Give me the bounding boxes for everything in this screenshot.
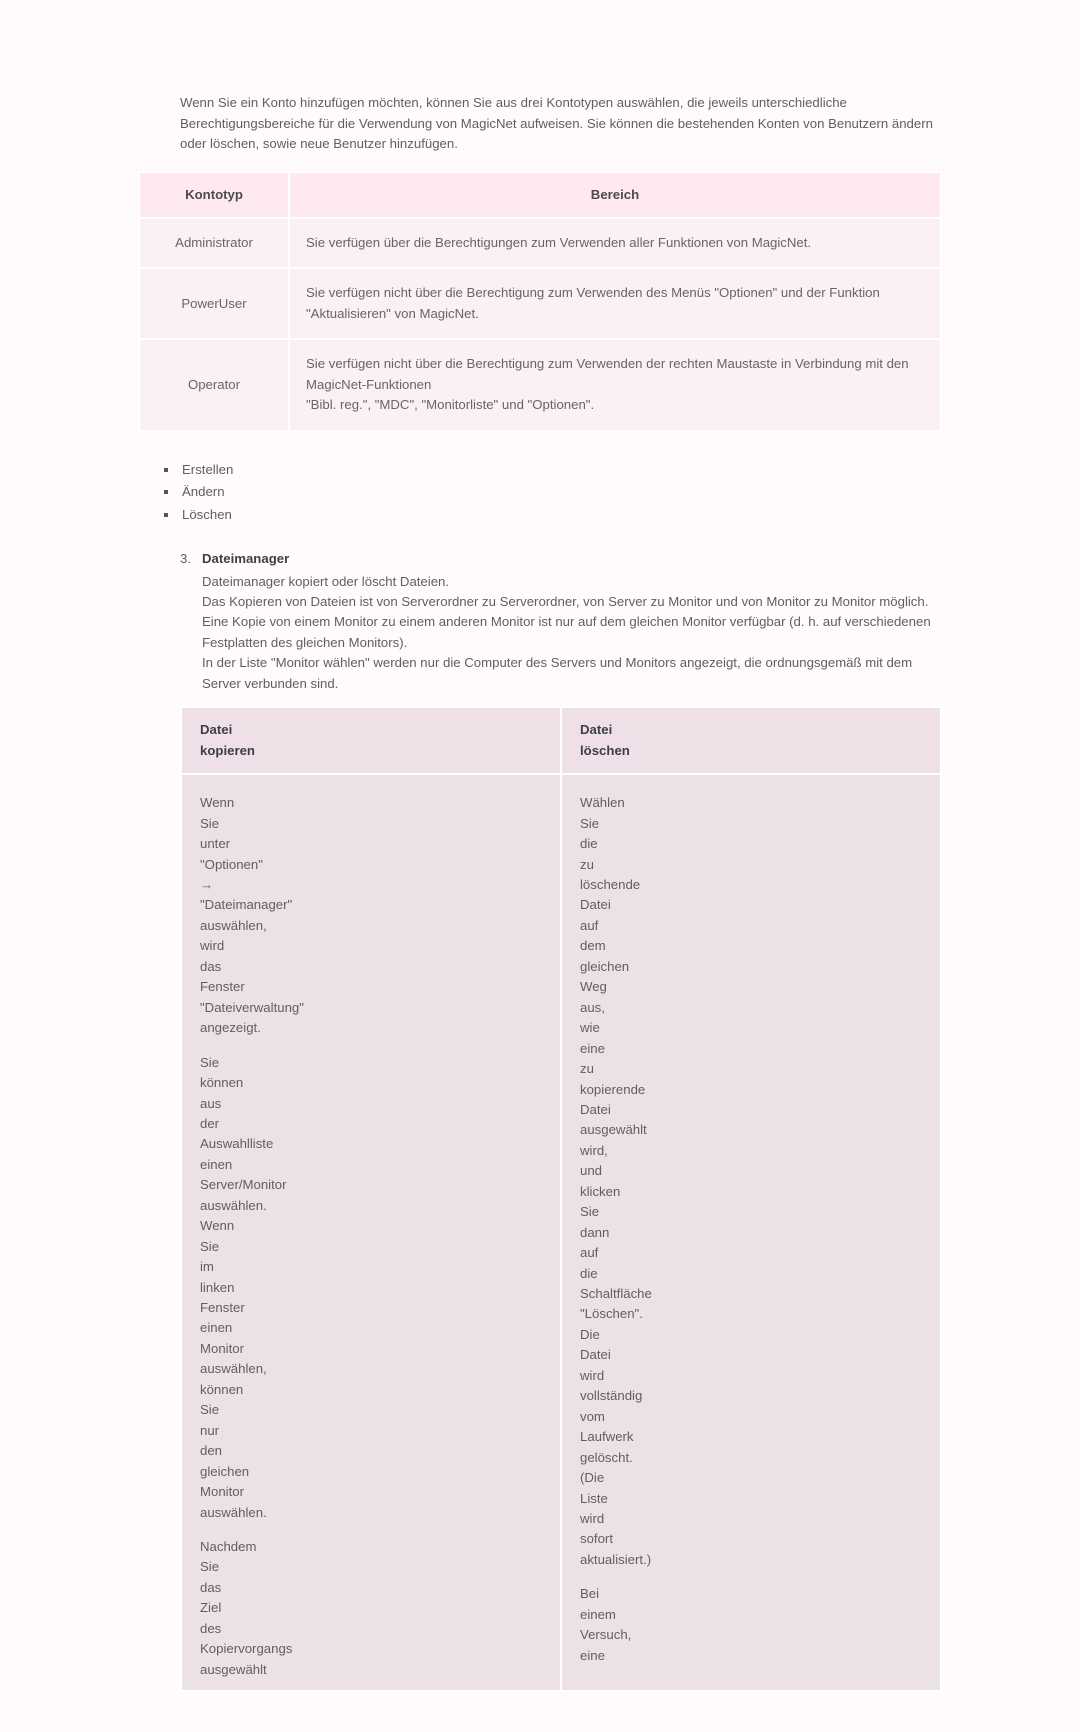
account-type-table: Kontotyp Bereich Administrator Sie verfü… bbox=[138, 171, 942, 432]
list-item: Ändern bbox=[164, 482, 942, 502]
cell-copy: WennSieunter"Optionen"→"Dateimanager"aus… bbox=[182, 775, 560, 1690]
list-item: Erstellen bbox=[164, 460, 942, 480]
cell-type: Administrator bbox=[140, 219, 288, 267]
delete-paragraph-2: BeieinemVersuch,eine bbox=[580, 1584, 581, 1666]
section-heading: 3. Dateimanager bbox=[180, 549, 942, 569]
copy-paragraph-1: WennSieunter"Optionen"→"Dateimanager"aus… bbox=[200, 793, 201, 1038]
cell-scope: Sie verfügen über die Berechtigungen zum… bbox=[290, 219, 940, 267]
cell-delete: WählenSiediezulöschendeDateiaufdemgleich… bbox=[562, 775, 940, 1690]
actions-list: Erstellen Ändern Löschen bbox=[164, 460, 942, 525]
delete-paragraph-1: WählenSiediezulöschendeDateiaufdemgleich… bbox=[580, 793, 581, 1570]
copy-paragraph-3: NachdemSiedasZieldesKopiervorgangsausgew… bbox=[200, 1537, 201, 1680]
cell-type: Operator bbox=[140, 340, 288, 429]
cell-scope: Sie verfügen nicht über die Berechtigung… bbox=[290, 340, 940, 429]
list-item: Löschen bbox=[164, 505, 942, 525]
section-number: 3. bbox=[180, 549, 202, 569]
col-header-type: Kontotyp bbox=[140, 173, 288, 217]
table-row: Operator Sie verfügen nicht über die Ber… bbox=[140, 340, 940, 429]
section-title: Dateimanager bbox=[202, 549, 289, 569]
table-header-row: Dateikopieren Dateilöschen bbox=[182, 708, 940, 773]
table-row: PowerUser Sie verfügen nicht über die Be… bbox=[140, 269, 940, 338]
section-dateimanager: 3. Dateimanager Dateimanager kopiert ode… bbox=[180, 549, 942, 1692]
section-body: Dateimanager kopiert oder löscht Dateien… bbox=[202, 572, 942, 695]
intro-paragraph: Wenn Sie ein Konto hinzufügen möchten, k… bbox=[180, 93, 942, 154]
copy-paragraph-2: SiekönnenausderAuswahllisteeinenServer/M… bbox=[200, 1053, 201, 1523]
cell-scope: Sie verfügen nicht über die Berechtigung… bbox=[290, 269, 940, 338]
table-row: Administrator Sie verfügen über die Bere… bbox=[140, 219, 940, 267]
document-page: Wenn Sie ein Konto hinzufügen möchten, k… bbox=[0, 0, 1080, 1732]
table-header-row: Kontotyp Bereich bbox=[140, 173, 940, 217]
col-header-delete: Dateilöschen bbox=[562, 708, 940, 773]
cell-type: PowerUser bbox=[140, 269, 288, 338]
table-row: WennSieunter"Optionen"→"Dateimanager"aus… bbox=[182, 775, 940, 1690]
col-header-scope: Bereich bbox=[290, 173, 940, 217]
file-operations-table: Dateikopieren Dateilöschen WennSieunter"… bbox=[180, 706, 942, 1692]
col-header-copy: Dateikopieren bbox=[182, 708, 560, 773]
